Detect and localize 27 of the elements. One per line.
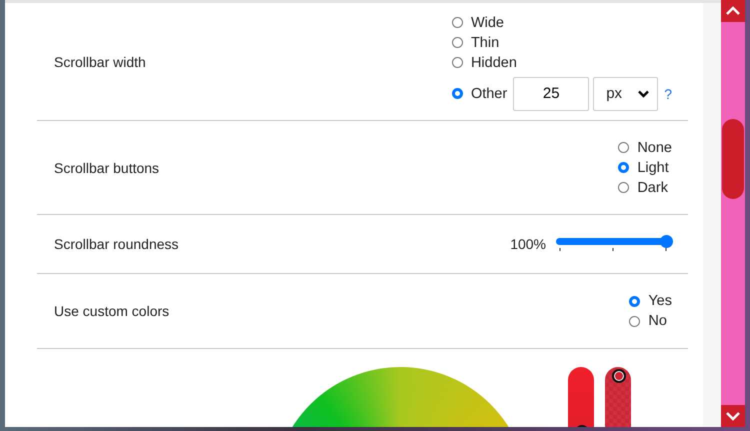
scroll-down-button[interactable] (721, 405, 745, 427)
radio-option[interactable]: Hidden (452, 52, 517, 72)
scrollbar[interactable] (721, 0, 745, 427)
help-link[interactable]: ? (664, 86, 672, 102)
chevron-down-icon (638, 90, 650, 98)
chevron-up-icon (725, 6, 741, 16)
radio-option[interactable]: Thin (452, 32, 500, 52)
radio-option[interactable]: Dark (618, 178, 668, 198)
slider-value: 100% (510, 236, 546, 252)
radio-option[interactable]: No (629, 311, 667, 331)
radio-option[interactable]: Light (618, 158, 669, 178)
scroll-up-button[interactable] (721, 0, 745, 22)
chevron-down-icon (725, 411, 741, 421)
radio-option[interactable]: Yes (629, 291, 672, 311)
radio-option[interactable]: Wide (452, 12, 504, 32)
radio-option[interactable]: None (618, 138, 672, 158)
slider-thumb[interactable] (660, 235, 673, 248)
slider-thumb[interactable] (612, 369, 626, 383)
setting-label: Scrollbar roundness (54, 236, 179, 252)
setting-label: Use custom colors (54, 303, 170, 319)
slider-track[interactable] (556, 234, 672, 254)
scrollbar-thumb[interactable] (722, 119, 744, 199)
setting-label: Scrollbar buttons (54, 160, 160, 176)
unit-select[interactable]: px (593, 76, 658, 110)
setting-label: Scrollbar width (54, 54, 146, 70)
size-input[interactable]: 25 (513, 76, 590, 110)
radio-option[interactable]: Other (452, 84, 508, 104)
